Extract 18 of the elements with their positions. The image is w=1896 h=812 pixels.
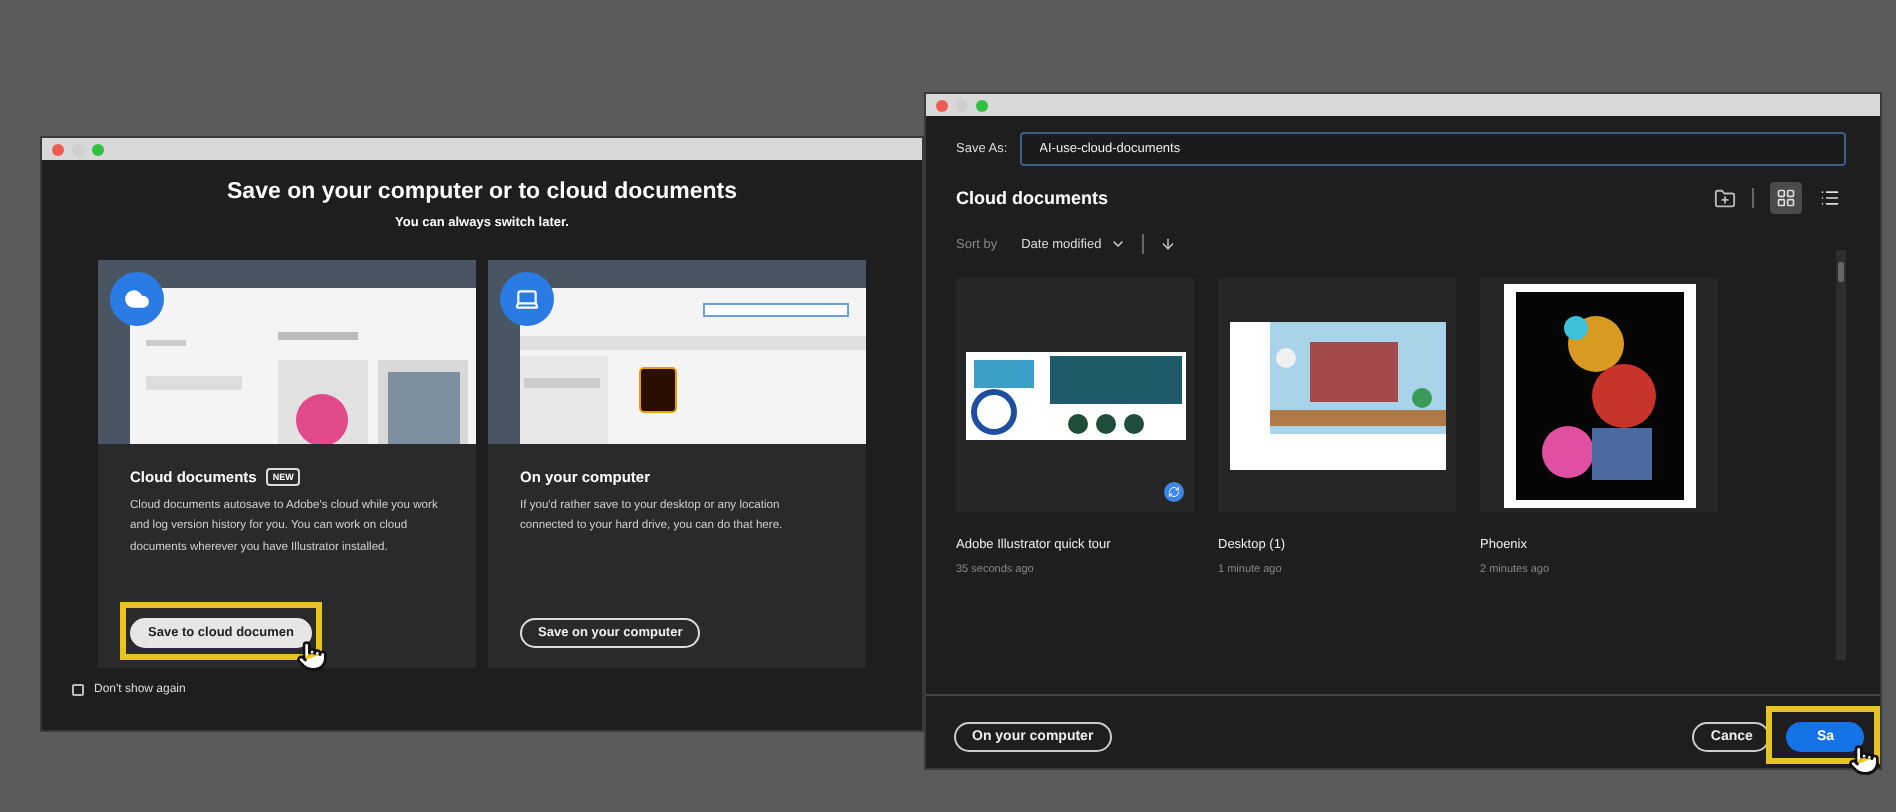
checkbox[interactable] xyxy=(72,684,84,696)
scrollbar[interactable] xyxy=(1836,250,1846,660)
cloud-icon xyxy=(124,286,150,312)
close-control[interactable] xyxy=(52,143,64,155)
chevron-down-icon xyxy=(1109,236,1126,252)
location-title: Cloud documents xyxy=(956,188,1108,208)
list-icon xyxy=(1820,188,1840,208)
laptop-icon xyxy=(514,286,540,312)
close-control[interactable] xyxy=(936,99,948,111)
zoom-control[interactable] xyxy=(92,143,104,155)
grid-view-button[interactable] xyxy=(1770,182,1802,214)
dialog-title: Save on your computer or to cloud documents xyxy=(227,180,737,204)
zoom-control[interactable] xyxy=(976,99,988,111)
sort-direction-icon[interactable] xyxy=(1159,236,1176,252)
grid-icon xyxy=(1776,188,1796,208)
hand-cursor-icon xyxy=(295,640,328,672)
new-folder-icon[interactable] xyxy=(1714,187,1736,209)
hand-cursor-icon xyxy=(1848,743,1880,775)
